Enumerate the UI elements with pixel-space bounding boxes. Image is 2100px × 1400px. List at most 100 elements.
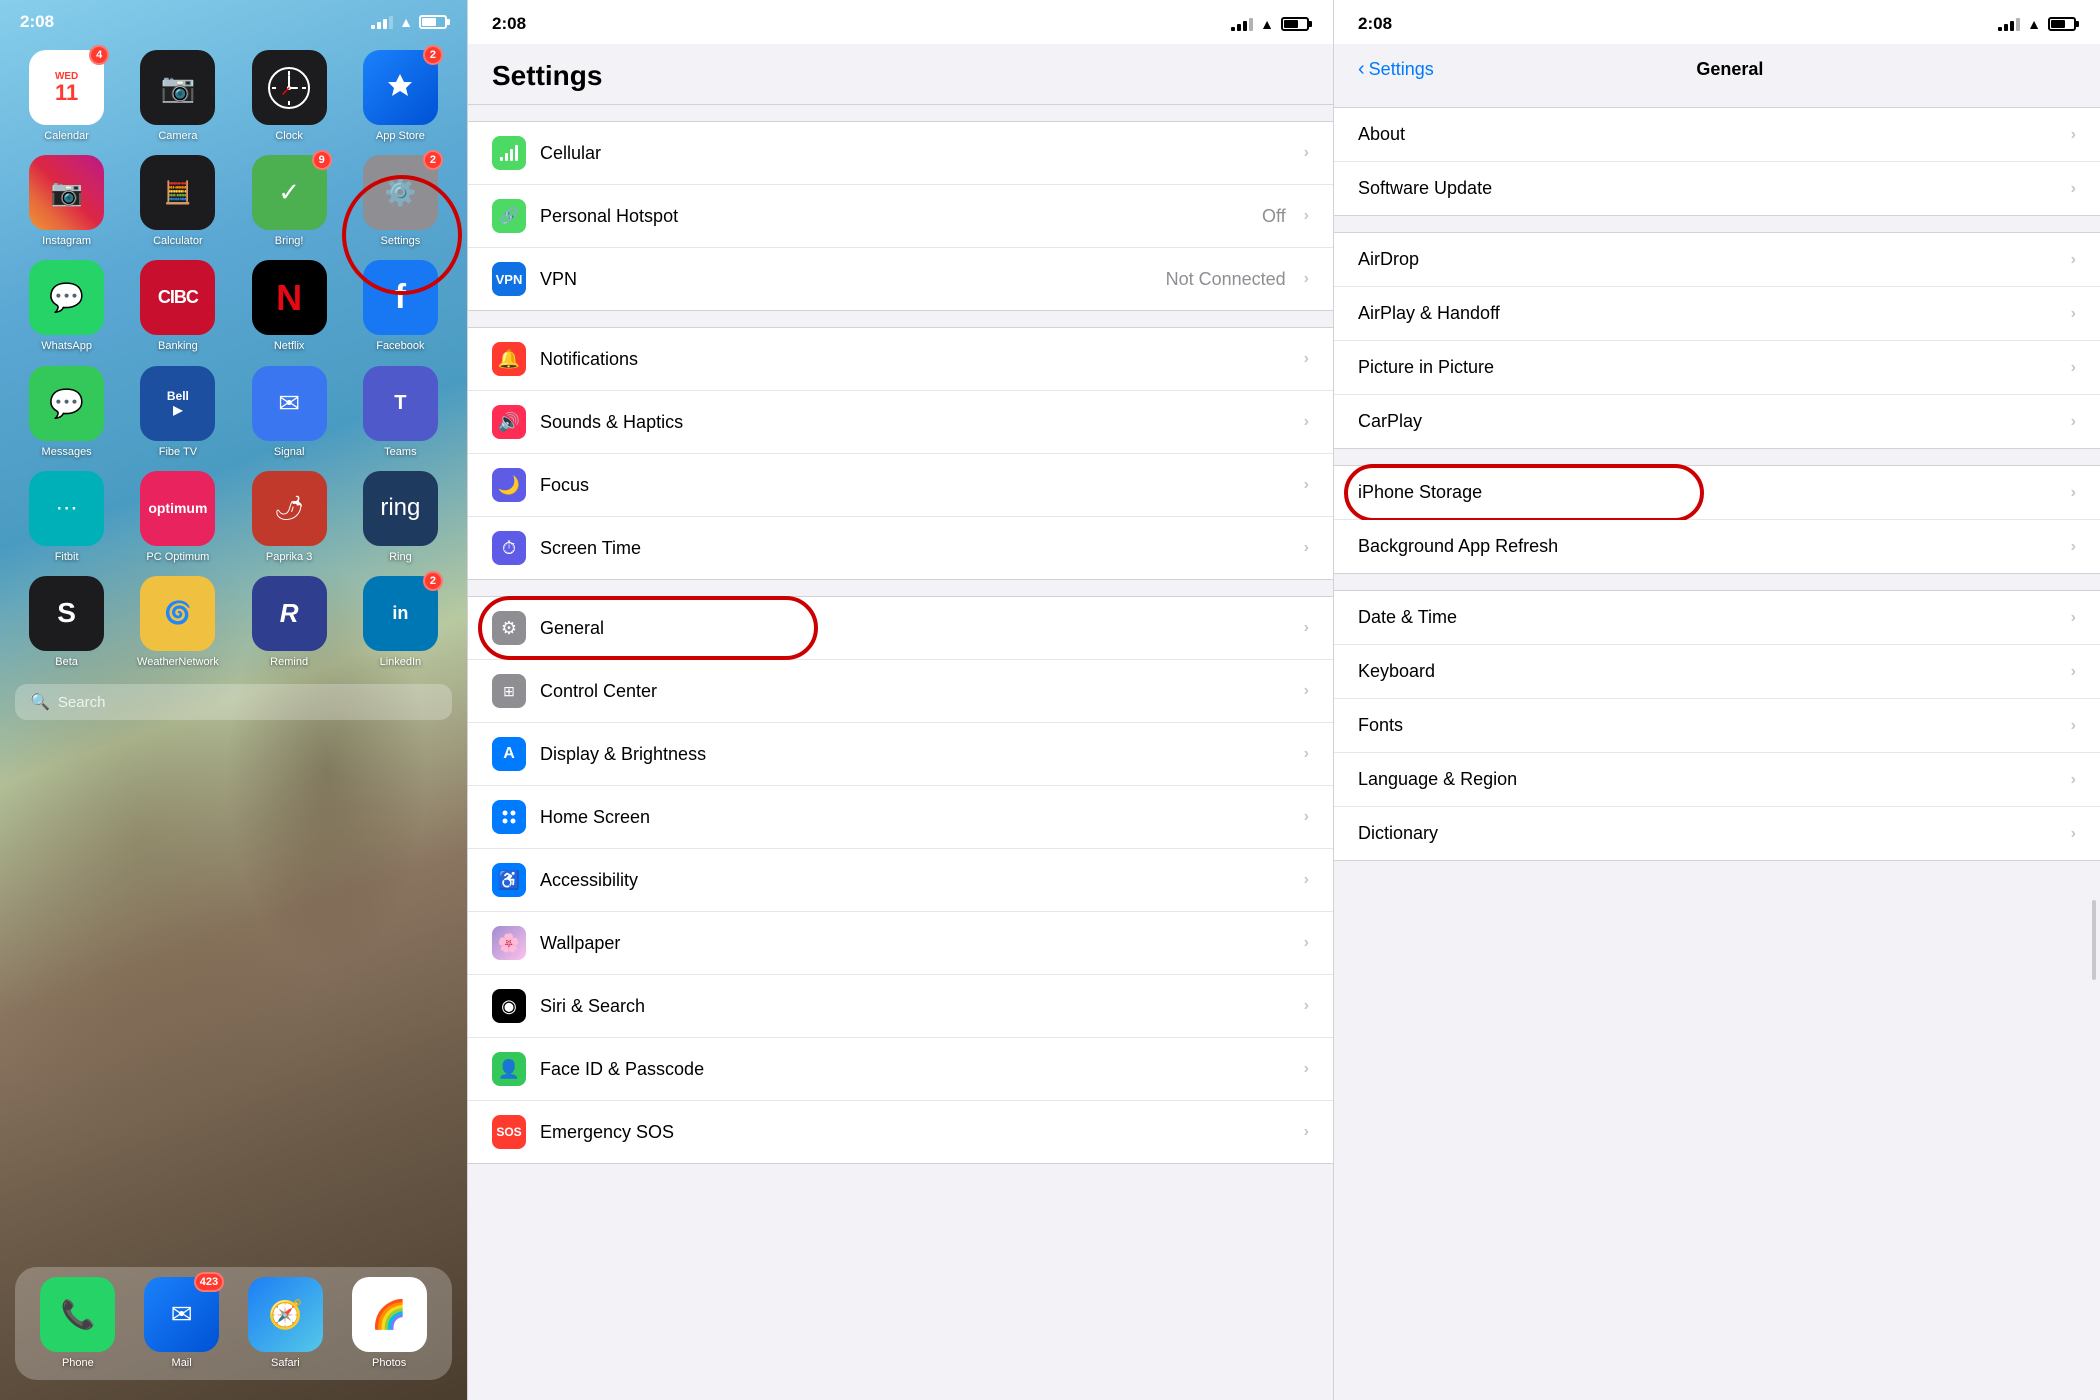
general-row-airplay[interactable]: AirPlay & Handoff ›	[1334, 287, 2100, 341]
app-paprika[interactable]: 🌶 Paprika 3	[238, 471, 341, 564]
general-row-keyboard[interactable]: Keyboard ›	[1334, 645, 2100, 699]
dock-photos[interactable]: 🌈 Photos	[341, 1277, 437, 1370]
app-weather[interactable]: 🌀 WeatherNetwork	[126, 576, 229, 669]
general-section-about: About › Software Update ›	[1334, 107, 2100, 216]
general-row-language[interactable]: Language & Region ›	[1334, 753, 2100, 807]
general-row-carplay[interactable]: CarPlay ›	[1334, 395, 2100, 448]
general-row-airdrop[interactable]: AirDrop ›	[1334, 233, 2100, 287]
controlcenter-icon: ⊞	[492, 674, 526, 708]
battery-dark-icon	[1281, 17, 1309, 31]
screentime-icon: ⏱	[492, 531, 526, 565]
app-pcoptimum[interactable]: optimum PC Optimum	[126, 471, 229, 564]
back-button[interactable]: ‹ Settings	[1358, 58, 1434, 81]
general-status-icons: ▲	[1998, 16, 2076, 32]
chevron-icon: ›	[2071, 251, 2076, 269]
search-icon: 🔍	[30, 692, 50, 712]
general-row-datetime[interactable]: Date & Time ›	[1334, 591, 2100, 645]
general-row-fonts[interactable]: Fonts ›	[1334, 699, 2100, 753]
general-row-backgroundrefresh[interactable]: Background App Refresh ›	[1334, 520, 2100, 573]
chevron-icon: ›	[2071, 305, 2076, 323]
settings-row-vpn[interactable]: VPN VPN Not Connected ›	[468, 248, 1333, 310]
app-camera[interactable]: 📷 Camera	[126, 50, 229, 143]
general-page-title: General	[1696, 59, 1763, 80]
general-section-airdrop: AirDrop › AirPlay & Handoff › Picture in…	[1334, 232, 2100, 449]
settings-row-emergencysos[interactable]: SOS Emergency SOS ›	[468, 1101, 1333, 1163]
app-teams[interactable]: T Teams	[349, 366, 452, 459]
settings-row-homescreen[interactable]: Home Screen ›	[468, 786, 1333, 849]
display-icon: A	[492, 737, 526, 771]
chevron-icon: ›	[1304, 1060, 1309, 1078]
accessibility-icon: ♿	[492, 863, 526, 897]
app-calculator[interactable]: 🧮 Calculator	[126, 155, 229, 248]
app-signal[interactable]: ✉ Signal	[238, 366, 341, 459]
wifi-general-icon: ▲	[2027, 16, 2041, 32]
settings-row-cellular[interactable]: Cellular ›	[468, 122, 1333, 185]
wallpaper-icon: 🌸	[492, 926, 526, 960]
general-list: About › Software Update › AirDrop › AirP…	[1334, 91, 2100, 877]
settings-row-display[interactable]: A Display & Brightness ›	[468, 723, 1333, 786]
dock-mail[interactable]: ✉ 423 Mail	[134, 1277, 230, 1370]
chevron-icon: ›	[1304, 934, 1309, 952]
chevron-icon: ›	[1304, 350, 1309, 368]
app-whatsapp[interactable]: 💬 WhatsApp	[15, 260, 118, 353]
settings-screen: 2:08 ▲ Settings Cellular ›	[467, 0, 1334, 1400]
appstore-icon	[382, 70, 418, 106]
homescreen-icon	[492, 800, 526, 834]
settings-row-faceid[interactable]: 👤 Face ID & Passcode ›	[468, 1038, 1333, 1101]
chevron-icon: ›	[2071, 771, 2076, 789]
general-row-softwareupdate[interactable]: Software Update ›	[1334, 162, 2100, 215]
chevron-icon: ›	[2071, 609, 2076, 627]
chevron-icon: ›	[2071, 825, 2076, 843]
app-appstore[interactable]: 2 App Store	[349, 50, 452, 143]
home-status-icons: ▲	[371, 14, 447, 30]
settings-row-sounds[interactable]: 🔊 Sounds & Haptics ›	[468, 391, 1333, 454]
chevron-icon: ›	[1304, 270, 1309, 288]
search-bar[interactable]: 🔍 Search	[15, 684, 452, 720]
dock: 📞 Phone ✉ 423 Mail 🧭 Safari 🌈 Photos	[15, 1267, 452, 1380]
general-row-dictionary[interactable]: Dictionary ›	[1334, 807, 2100, 860]
app-bring[interactable]: ✓ 9 Bring!	[238, 155, 341, 248]
settings-row-wallpaper[interactable]: 🌸 Wallpaper ›	[468, 912, 1333, 975]
settings-row-general[interactable]: ⚙ General ›	[468, 597, 1333, 660]
app-belltv[interactable]: Bell▶ Fibe TV	[126, 366, 229, 459]
app-instagram[interactable]: 📷 Instagram	[15, 155, 118, 248]
app-beta[interactable]: S Beta	[15, 576, 118, 669]
chevron-icon: ›	[2071, 359, 2076, 377]
app-calendar[interactable]: WED 11 4 Calendar	[15, 50, 118, 143]
app-clock[interactable]: Clock	[238, 50, 341, 143]
settings-row-hotspot[interactable]: 🔗 Personal Hotspot Off ›	[468, 185, 1333, 248]
app-banking[interactable]: CIBC Banking	[126, 260, 229, 353]
chevron-icon: ›	[1304, 871, 1309, 889]
app-settings[interactable]: ⚙️ 2 Settings	[349, 155, 452, 248]
wifi-icon: ▲	[399, 14, 413, 30]
settings-row-focus[interactable]: 🌙 Focus ›	[468, 454, 1333, 517]
app-linkedin[interactable]: in 2 LinkedIn	[349, 576, 452, 669]
general-row-iphonestorage[interactable]: iPhone Storage ›	[1334, 466, 2100, 520]
app-remind[interactable]: R Remind	[238, 576, 341, 669]
settings-row-siri[interactable]: ◉ Siri & Search ›	[468, 975, 1333, 1038]
app-messages[interactable]: 💬 Messages	[15, 366, 118, 459]
chevron-icon: ›	[2071, 126, 2076, 144]
app-facebook[interactable]: f Facebook	[349, 260, 452, 353]
chevron-icon: ›	[2071, 538, 2076, 556]
cellular-icon	[492, 136, 526, 170]
app-ring[interactable]: ring Ring	[349, 471, 452, 564]
settings-row-controlcenter[interactable]: ⊞ Control Center ›	[468, 660, 1333, 723]
vpn-icon: VPN	[492, 262, 526, 296]
settings-row-accessibility[interactable]: ♿ Accessibility ›	[468, 849, 1333, 912]
settings-row-screentime[interactable]: ⏱ Screen Time ›	[468, 517, 1333, 579]
app-netflix[interactable]: N Netflix	[238, 260, 341, 353]
dock-safari[interactable]: 🧭 Safari	[238, 1277, 334, 1370]
chevron-icon: ›	[1304, 997, 1309, 1015]
signal-icon	[371, 16, 393, 29]
settings-section-connectivity: Cellular › 🔗 Personal Hotspot Off › VPN …	[468, 121, 1333, 311]
settings-title: Settings	[468, 44, 1333, 105]
settings-row-notifications[interactable]: 🔔 Notifications ›	[468, 328, 1333, 391]
general-row-about[interactable]: About ›	[1334, 108, 2100, 162]
app-fitbit[interactable]: ⋯ Fitbit	[15, 471, 118, 564]
general-row-pip[interactable]: Picture in Picture ›	[1334, 341, 2100, 395]
chevron-icon: ›	[1304, 413, 1309, 431]
battery-general-icon	[2048, 17, 2076, 31]
chevron-icon: ›	[1304, 745, 1309, 763]
dock-phone[interactable]: 📞 Phone	[30, 1277, 126, 1370]
